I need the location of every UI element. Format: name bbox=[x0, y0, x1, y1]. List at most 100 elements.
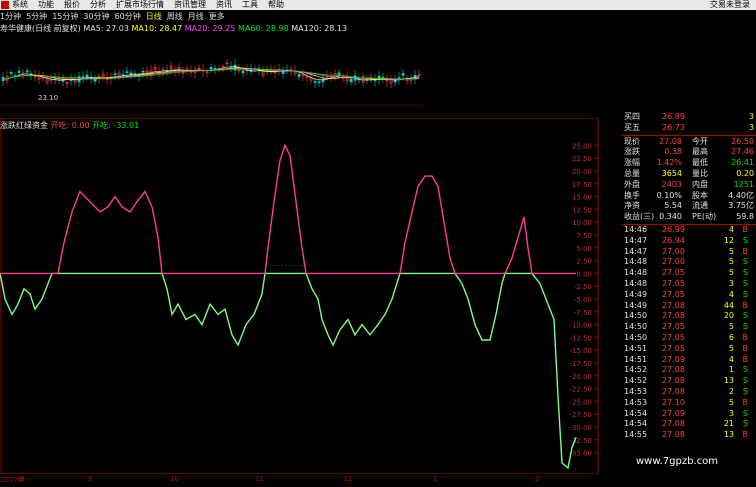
stat-value: 0.20 bbox=[736, 169, 754, 178]
tick-time: 14:53 bbox=[624, 387, 648, 396]
menu-item-2[interactable]: 报价 bbox=[64, 0, 80, 9]
stat-label: PE(动) bbox=[692, 212, 717, 222]
stat-value: 0.38 bbox=[664, 147, 682, 157]
tick-time: 14:47 bbox=[624, 246, 648, 256]
menu-item-4[interactable]: 扩展市场行情 bbox=[116, 0, 164, 9]
kline-candle bbox=[181, 67, 185, 78]
period-7[interactable]: 月线 bbox=[188, 12, 204, 21]
kline-candle bbox=[385, 74, 389, 87]
tick-price: 27.08 bbox=[662, 376, 685, 386]
bid-row: 买五 26.73 3 bbox=[622, 123, 756, 133]
period-8[interactable]: 更多 bbox=[209, 12, 225, 21]
tick-price: 27.09 bbox=[662, 354, 685, 364]
kline-candle bbox=[205, 68, 209, 78]
menu-item-6[interactable]: 资讯 bbox=[216, 0, 232, 9]
tick-row: 14:48 27.05 5 S bbox=[622, 268, 756, 278]
menu-item-7[interactable]: 工具 bbox=[242, 0, 258, 9]
kline-candle bbox=[9, 69, 13, 78]
tick-side: S bbox=[742, 289, 748, 299]
app-logo-icon bbox=[1, 1, 9, 9]
indicator-chart[interactable]: 25.00 22.50 20.00 17.50 15.00 12.50 10.00 7.50 5… bbox=[0, 118, 620, 474]
bid-label: 买四 bbox=[624, 112, 640, 121]
kline-candle bbox=[177, 63, 181, 76]
period-3[interactable]: 30分钟 bbox=[83, 12, 109, 21]
tick-volume: 13 bbox=[723, 430, 734, 440]
kline-candle bbox=[405, 75, 409, 85]
tick-volume: 13 bbox=[723, 376, 734, 386]
y-tick-label: -30.00 bbox=[569, 424, 592, 432]
y-tick-label: 20.00 bbox=[572, 168, 592, 176]
menu-item-1[interactable]: 功能 bbox=[38, 0, 54, 9]
tick-row: 14:52 27.08 13 S bbox=[622, 376, 756, 386]
ma60-label: MA60: 28.98 bbox=[238, 24, 289, 33]
stat-row: 换手 0.10% 股本 4.40亿 bbox=[622, 191, 756, 201]
stat-label: 换手 bbox=[624, 190, 640, 200]
tick-row: 14:50 27.08 20 S bbox=[622, 311, 756, 321]
tick-row: 14:53 27.10 5 B bbox=[622, 398, 756, 408]
tick-volume: 3 bbox=[728, 279, 734, 288]
tick-time: 14:48 bbox=[624, 279, 648, 288]
date-tick: 10 bbox=[170, 475, 179, 483]
ma10-label: MA10: 28.47 bbox=[131, 24, 183, 33]
tick-side: S bbox=[742, 419, 748, 429]
kline-candle bbox=[389, 75, 393, 89]
tick-side: S bbox=[742, 268, 748, 278]
tick-price: 27.08 bbox=[662, 387, 685, 396]
stat-row: 现价 27.08 今开 26.50 bbox=[622, 137, 756, 147]
stat-row: 收益(三) 0.340 PE(动) 59.8 bbox=[622, 212, 756, 222]
kline-candle bbox=[329, 71, 333, 82]
stat-label: 今开 bbox=[692, 136, 708, 146]
period-4[interactable]: 60分钟 bbox=[115, 12, 141, 21]
tick-side: S bbox=[742, 376, 748, 386]
tick-side: S bbox=[742, 322, 748, 332]
stat-value: 26.50 bbox=[731, 136, 754, 146]
tick-volume: 4 bbox=[728, 225, 734, 234]
kline-candle bbox=[193, 66, 197, 79]
tick-volume: 5 bbox=[728, 246, 734, 256]
kline-candle bbox=[53, 73, 57, 85]
period-2[interactable]: 15分钟 bbox=[52, 12, 78, 21]
tick-price: 27.05 bbox=[662, 268, 685, 278]
y-tick-label: -17.50 bbox=[569, 360, 592, 368]
tick-price: 27.00 bbox=[662, 257, 685, 267]
y-tick-label: -7.50 bbox=[574, 309, 592, 317]
tick-row: 14:47 26.94 12 S bbox=[622, 236, 756, 246]
y-tick-label: -12.50 bbox=[569, 334, 592, 342]
kline-candle bbox=[209, 63, 213, 73]
menu-item-3[interactable]: 分析 bbox=[90, 0, 106, 9]
period-6[interactable]: 周线 bbox=[167, 12, 183, 21]
kline-candle bbox=[173, 65, 177, 77]
period-0[interactable]: 1分钟 bbox=[0, 12, 21, 21]
bid-price: 26.89 bbox=[662, 112, 685, 121]
date-tick: 11 bbox=[255, 475, 264, 483]
stock-name: 寿华健康(日线 前复权) bbox=[0, 24, 81, 33]
tick-volume: 1 bbox=[728, 365, 734, 375]
tick-time: 14:54 bbox=[624, 408, 648, 418]
stat-label: 量比 bbox=[692, 169, 708, 178]
tick-volume: 44 bbox=[723, 300, 734, 310]
period-5[interactable]: 日线 bbox=[146, 12, 162, 21]
tick-price: 27.00 bbox=[662, 246, 685, 256]
tick-row: 14:49 27.05 4 S bbox=[622, 290, 756, 300]
tick-time: 14:48 bbox=[624, 268, 648, 278]
menu-item-5[interactable]: 资讯管理 bbox=[174, 0, 206, 9]
stat-label: 流通 bbox=[692, 201, 708, 211]
stat-label: 总量 bbox=[624, 169, 640, 178]
tick-price: 27.08 bbox=[662, 365, 685, 375]
tick-time: 14:51 bbox=[624, 343, 648, 353]
menu-item-8[interactable]: 帮助 bbox=[268, 0, 284, 9]
stat-label: 涨幅 bbox=[624, 158, 640, 168]
tick-row: 14:53 27.08 2 S bbox=[622, 387, 756, 397]
y-tick-label: -25.00 bbox=[569, 398, 592, 406]
period-1[interactable]: 5分钟 bbox=[26, 12, 47, 21]
tick-price: 27.08 bbox=[662, 419, 685, 429]
stat-label: 现价 bbox=[624, 136, 640, 146]
tick-volume: 21 bbox=[723, 419, 734, 429]
login-status[interactable]: 交易未登录 bbox=[710, 0, 750, 10]
kline-chart[interactable] bbox=[0, 22, 426, 106]
menu-item-0[interactable]: 系统 bbox=[12, 0, 28, 9]
tick-time: 14:52 bbox=[624, 376, 648, 386]
kline-candle bbox=[265, 66, 269, 75]
bid-volume: 3 bbox=[748, 122, 754, 132]
kline-candle bbox=[281, 66, 285, 79]
